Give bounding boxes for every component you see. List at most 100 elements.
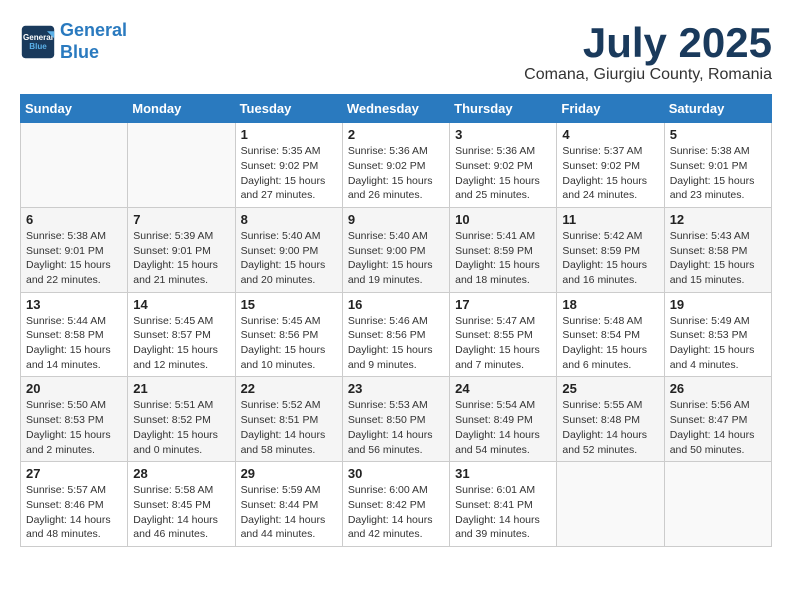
day-number: 4 (562, 127, 658, 142)
day-number: 15 (241, 297, 337, 312)
cell-info: Sunrise: 5:41 AMSunset: 8:59 PMDaylight:… (455, 229, 551, 288)
day-number: 17 (455, 297, 551, 312)
day-number: 28 (133, 466, 229, 481)
day-number: 9 (348, 212, 444, 227)
calendar-cell: 11 Sunrise: 5:42 AMSunset: 8:59 PMDayligh… (557, 207, 664, 292)
calendar-week-1: 1Sunrise: 5:35 AMSunset: 9:02 PMDaylight… (21, 123, 772, 208)
day-number: 2 (348, 127, 444, 142)
calendar-cell: 30 Sunrise: 6:00 AMSunset: 8:42 PMDayligh… (342, 462, 449, 547)
day-number: 23 (348, 381, 444, 396)
day-number: 13 (26, 297, 122, 312)
cell-info: Sunrise: 5:45 AMSunset: 8:56 PMDaylight:… (241, 314, 337, 373)
cell-info: Sunrise: 5:51 AMSunset: 8:52 PMDaylight:… (133, 398, 229, 457)
day-number: 27 (26, 466, 122, 481)
page-header: General Blue GeneralBlue July 2025 Coman… (20, 20, 772, 84)
calendar-cell: 7 Sunrise: 5:39 AMSunset: 9:01 PMDaylight… (128, 207, 235, 292)
weekday-header-monday: Monday (128, 95, 235, 123)
day-number: 30 (348, 466, 444, 481)
calendar-cell (664, 462, 771, 547)
day-number: 20 (26, 381, 122, 396)
weekday-header-sunday: Sunday (21, 95, 128, 123)
cell-info: Sunrise: 5:39 AMSunset: 9:01 PMDaylight:… (133, 229, 229, 288)
cell-info: Sunrise: 5:52 AMSunset: 8:51 PMDaylight:… (241, 398, 337, 457)
calendar-cell: 8Sunrise: 5:40 AMSunset: 9:00 PMDaylight… (235, 207, 342, 292)
cell-info: Sunrise: 5:43 AMSunset: 8:58 PMDaylight:… (670, 229, 766, 288)
calendar-cell: 13Sunrise: 5:44 AMSunset: 8:58 PMDayligh… (21, 292, 128, 377)
calendar-cell: 25 Sunrise: 5:55 AMSunset: 8:48 PMDayligh… (557, 377, 664, 462)
calendar-cell: 10 Sunrise: 5:41 AMSunset: 8:59 PMDayligh… (450, 207, 557, 292)
cell-info: Sunrise: 6:00 AMSunset: 8:42 PMDaylight:… (348, 483, 444, 542)
calendar-cell: 23 Sunrise: 5:53 AMSunset: 8:50 PMDayligh… (342, 377, 449, 462)
day-number: 7 (133, 212, 229, 227)
calendar-cell: 28 Sunrise: 5:58 AMSunset: 8:45 PMDayligh… (128, 462, 235, 547)
day-number: 25 (562, 381, 658, 396)
day-number: 10 (455, 212, 551, 227)
cell-info: Sunrise: 5:48 AMSunset: 8:54 PMDaylight:… (562, 314, 658, 373)
cell-info: Sunrise: 5:47 AMSunset: 8:55 PMDaylight:… (455, 314, 551, 373)
calendar-cell: 26 Sunrise: 5:56 AMSunset: 8:47 PMDayligh… (664, 377, 771, 462)
day-number: 3 (455, 127, 551, 142)
cell-info: Sunrise: 5:36 AMSunset: 9:02 PMDaylight:… (455, 144, 551, 203)
calendar-cell: 5Sunrise: 5:38 AMSunset: 9:01 PMDaylight… (664, 123, 771, 208)
calendar-body: 1Sunrise: 5:35 AMSunset: 9:02 PMDaylight… (21, 123, 772, 547)
calendar-cell (21, 123, 128, 208)
calendar-week-5: 27Sunrise: 5:57 AMSunset: 8:46 PMDayligh… (21, 462, 772, 547)
weekday-header-tuesday: Tuesday (235, 95, 342, 123)
day-number: 18 (562, 297, 658, 312)
calendar-cell (128, 123, 235, 208)
calendar-cell: 9 Sunrise: 5:40 AMSunset: 9:00 PMDaylight… (342, 207, 449, 292)
calendar-cell: 4Sunrise: 5:37 AMSunset: 9:02 PMDaylight… (557, 123, 664, 208)
calendar-cell: 27Sunrise: 5:57 AMSunset: 8:46 PMDayligh… (21, 462, 128, 547)
calendar-cell: 20 Sunrise: 5:50 AMSunset: 8:53 PMDayligh… (21, 377, 128, 462)
calendar-cell: 2Sunrise: 5:36 AMSunset: 9:02 PMDaylight… (342, 123, 449, 208)
cell-info: Sunrise: 5:45 AMSunset: 8:57 PMDaylight:… (133, 314, 229, 373)
calendar-cell: 24 Sunrise: 5:54 AMSunset: 8:49 PMDayligh… (450, 377, 557, 462)
cell-info: Sunrise: 5:53 AMSunset: 8:50 PMDaylight:… (348, 398, 444, 457)
day-number: 1 (241, 127, 337, 142)
calendar-cell: 17 Sunrise: 5:47 AMSunset: 8:55 PMDayligh… (450, 292, 557, 377)
cell-info: Sunrise: 5:54 AMSunset: 8:49 PMDaylight:… (455, 398, 551, 457)
calendar-cell: 29 Sunrise: 5:59 AMSunset: 8:44 PMDayligh… (235, 462, 342, 547)
calendar-cell: 21 Sunrise: 5:51 AMSunset: 8:52 PMDayligh… (128, 377, 235, 462)
calendar-week-4: 20 Sunrise: 5:50 AMSunset: 8:53 PMDayligh… (21, 377, 772, 462)
cell-info: Sunrise: 5:40 AMSunset: 9:00 PMDaylight:… (241, 229, 337, 288)
calendar-cell: 12 Sunrise: 5:43 AMSunset: 8:58 PMDayligh… (664, 207, 771, 292)
cell-info: Sunrise: 5:42 AMSunset: 8:59 PMDaylight:… (562, 229, 658, 288)
location-title: Comana, Giurgiu County, Romania (524, 66, 772, 84)
weekday-header-saturday: Saturday (664, 95, 771, 123)
weekday-header-wednesday: Wednesday (342, 95, 449, 123)
cell-info: Sunrise: 5:58 AMSunset: 8:45 PMDaylight:… (133, 483, 229, 542)
calendar-table: SundayMondayTuesdayWednesdayThursdayFrid… (20, 94, 772, 547)
day-number: 12 (670, 212, 766, 227)
weekday-header-friday: Friday (557, 95, 664, 123)
calendar-cell: 18 Sunrise: 5:48 AMSunset: 8:54 PMDayligh… (557, 292, 664, 377)
day-number: 21 (133, 381, 229, 396)
calendar-cell: 31 Sunrise: 6:01 AMSunset: 8:41 PMDayligh… (450, 462, 557, 547)
svg-text:General: General (23, 33, 53, 42)
cell-info: Sunrise: 5:38 AMSunset: 9:01 PMDaylight:… (26, 229, 122, 288)
day-number: 31 (455, 466, 551, 481)
calendar-cell: 22 Sunrise: 5:52 AMSunset: 8:51 PMDayligh… (235, 377, 342, 462)
month-title: July 2025 (524, 20, 772, 66)
day-number: 22 (241, 381, 337, 396)
cell-info: Sunrise: 5:55 AMSunset: 8:48 PMDaylight:… (562, 398, 658, 457)
day-number: 11 (562, 212, 658, 227)
day-number: 26 (670, 381, 766, 396)
cell-info: Sunrise: 5:50 AMSunset: 8:53 PMDaylight:… (26, 398, 122, 457)
cell-info: Sunrise: 5:59 AMSunset: 8:44 PMDaylight:… (241, 483, 337, 542)
title-block: July 2025 Comana, Giurgiu County, Romani… (524, 20, 772, 84)
cell-info: Sunrise: 5:38 AMSunset: 9:01 PMDaylight:… (670, 144, 766, 203)
cell-info: Sunrise: 6:01 AMSunset: 8:41 PMDaylight:… (455, 483, 551, 542)
calendar-cell: 1Sunrise: 5:35 AMSunset: 9:02 PMDaylight… (235, 123, 342, 208)
cell-info: Sunrise: 5:56 AMSunset: 8:47 PMDaylight:… (670, 398, 766, 457)
calendar-header: SundayMondayTuesdayWednesdayThursdayFrid… (21, 95, 772, 123)
calendar-cell: 14Sunrise: 5:45 AMSunset: 8:57 PMDayligh… (128, 292, 235, 377)
cell-info: Sunrise: 5:40 AMSunset: 9:00 PMDaylight:… (348, 229, 444, 288)
calendar-cell: 19Sunrise: 5:49 AMSunset: 8:53 PMDayligh… (664, 292, 771, 377)
logo-icon: General Blue (20, 24, 56, 60)
svg-text:Blue: Blue (29, 42, 47, 51)
cell-info: Sunrise: 5:46 AMSunset: 8:56 PMDaylight:… (348, 314, 444, 373)
day-number: 29 (241, 466, 337, 481)
day-number: 24 (455, 381, 551, 396)
weekday-header-row: SundayMondayTuesdayWednesdayThursdayFrid… (21, 95, 772, 123)
